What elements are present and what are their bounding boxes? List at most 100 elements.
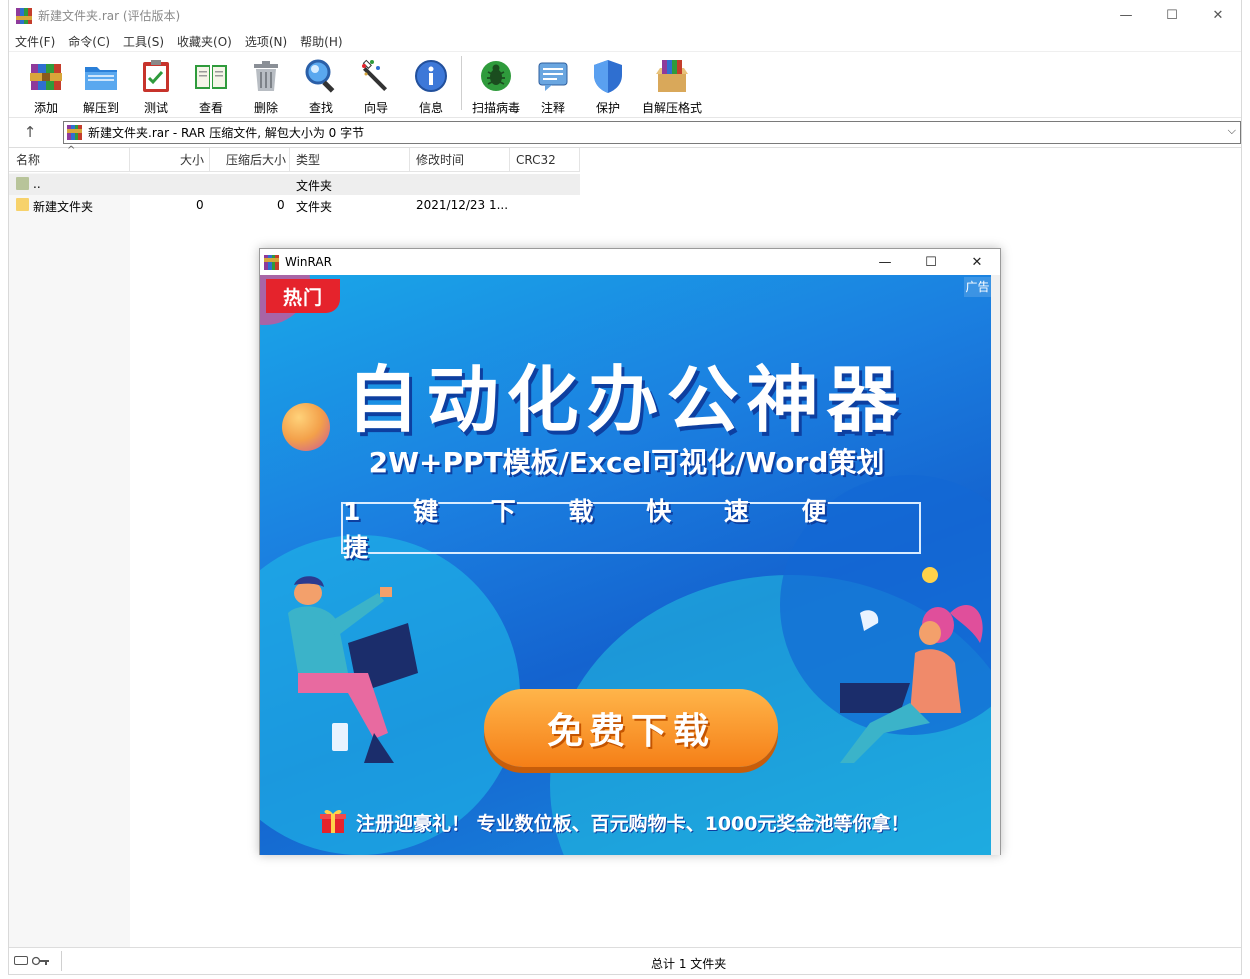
status-bar: 总计 1 文件夹 (9, 947, 1241, 974)
status-summary: 总计 1 文件夹 (651, 957, 727, 971)
row-size: 0 (196, 198, 204, 212)
row-packed: 0 (277, 198, 285, 212)
winrar-app-icon (16, 7, 32, 24)
free-download-button[interactable]: 免费下载 (484, 689, 778, 767)
address-text: 新建文件夹.rar - RAR 压缩文件, 解包大小为 0 字节 (88, 126, 365, 140)
minimize-button[interactable]: — (1103, 0, 1149, 31)
ad-label: 广告 (964, 277, 991, 297)
column-header-size[interactable]: 大小 (130, 148, 210, 172)
bug-icon (478, 58, 514, 94)
row-modified: 2021/12/23 1... (416, 198, 509, 212)
column-header-packed[interactable]: 压缩后大小 (210, 148, 290, 172)
column-modified-label: 修改时间 (416, 153, 465, 167)
info-icon (413, 58, 449, 94)
parent-folder-icon (16, 177, 29, 190)
row-name: 新建文件夹 (33, 200, 94, 214)
folder-extract-icon (83, 58, 119, 94)
shield-icon (590, 58, 626, 94)
menu-bar: 文件(F) 命令(C) 工具(S) 收藏夹(O) 选项(N) 帮助(H) (9, 31, 350, 51)
address-bar[interactable]: 新建文件夹.rar - RAR 压缩文件, 解包大小为 0 字节 ⌵ (63, 121, 1241, 144)
folder-icon (16, 198, 29, 211)
test-button[interactable]: 测试 (129, 56, 183, 115)
menu-tools[interactable]: 工具(S) (117, 33, 171, 50)
archive-books-icon (28, 58, 64, 94)
up-arrow-icon[interactable]: ↑ (19, 121, 41, 143)
open-book-icon (193, 58, 229, 94)
add-button[interactable]: 添加 (19, 56, 73, 115)
column-header-crc[interactable]: CRC32 (510, 148, 580, 172)
man-with-laptop-illustration (288, 576, 418, 763)
row-type: 文件夹 (296, 200, 333, 214)
scan-virus-label: 扫描病毒 (471, 101, 520, 115)
popup-close-button[interactable]: ✕ (954, 249, 1000, 275)
magic-wand-icon (358, 58, 394, 94)
scan-virus-button[interactable]: 扫描病毒 (469, 56, 523, 115)
protect-label: 保护 (595, 101, 620, 115)
menu-options[interactable]: 选项(N) (239, 33, 294, 50)
view-label: 查看 (198, 101, 223, 115)
protect-button[interactable]: 保护 (581, 56, 635, 115)
toolbar: 添加 解压到 测试 查看 删除 查找 向导 信息 扫描病毒 注释 保护 自解压格… (9, 51, 1241, 117)
menu-file[interactable]: 文件(F) (9, 33, 62, 50)
close-button[interactable]: ✕ (1195, 0, 1241, 31)
popup-minimize-button[interactable]: — (862, 249, 908, 275)
title-bar: 新建文件夹.rar (评估版本) — ☐ ✕ (9, 0, 1241, 31)
sfx-box-icon (654, 58, 690, 94)
clipboard-check-icon (138, 58, 174, 94)
column-name-label: 名称 (16, 153, 41, 167)
key-icon[interactable] (31, 955, 50, 966)
find-button[interactable]: 查找 (294, 56, 348, 115)
popup-title: WinRAR (285, 255, 332, 269)
trash-can-icon (248, 58, 284, 94)
popup-maximize-button[interactable]: ☐ (908, 249, 954, 275)
view-button[interactable]: 查看 (184, 56, 238, 115)
column-size-label: 大小 (179, 153, 204, 167)
address-row: ↑ 新建文件夹.rar - RAR 压缩文件, 解包大小为 0 字节 ⌵ (9, 117, 1241, 147)
column-header-name[interactable]: 名称 ^ (9, 145, 130, 172)
column-type-label: 类型 (296, 153, 321, 167)
ad-banner[interactable]: 热门 广告 自动化办公神器 2W+PPT模板/Excel可视化/Word策划 1… (260, 275, 993, 855)
delete-button[interactable]: 删除 (239, 56, 293, 115)
name-column-shade (9, 173, 130, 948)
table-row[interactable]: .. 文件夹 (9, 174, 580, 195)
info-button[interactable]: 信息 (404, 56, 458, 115)
column-header-modified[interactable]: 修改时间 (410, 148, 510, 172)
menu-help[interactable]: 帮助(H) (294, 33, 349, 50)
add-label: 添加 (33, 101, 58, 115)
sort-ascending-icon: ^ (67, 145, 76, 156)
comment-note-icon (535, 58, 571, 94)
maximize-button[interactable]: ☐ (1149, 0, 1195, 31)
test-label: 测试 (143, 101, 168, 115)
ad-promo-footer: 注册迎豪礼！ 专业数位板、百元购物卡、1000元奖金池等你拿！ (356, 813, 910, 835)
wizard-button[interactable]: 向导 (349, 56, 403, 115)
drive-icon[interactable] (14, 956, 28, 965)
extract-to-button[interactable]: 解压到 (74, 56, 128, 115)
info-label: 信息 (418, 101, 443, 115)
column-packed-label: 压缩后大小 (225, 153, 286, 167)
window-title: 新建文件夹.rar (评估版本) (38, 9, 181, 23)
magnifier-icon (303, 58, 339, 94)
sfx-label: 自解压格式 (641, 101, 702, 115)
wizard-label: 向导 (363, 101, 388, 115)
toolbar-separator (461, 56, 462, 110)
status-separator (61, 951, 62, 971)
woman-with-laptop-illustration (840, 567, 983, 763)
delete-label: 删除 (253, 101, 278, 115)
gift-icon (320, 809, 346, 833)
row-type: 文件夹 (296, 179, 333, 193)
menu-commands[interactable]: 命令(C) (62, 33, 117, 50)
ad-tagline-box: 1 键 下 载 快 速 便 捷 (341, 497, 921, 562)
comment-label: 注释 (540, 101, 565, 115)
table-row[interactable]: 新建文件夹 0 0 文件夹 2021/12/23 1... (9, 195, 580, 216)
ad-headline: 自动化办公神器 (346, 358, 907, 442)
find-label: 查找 (308, 101, 333, 115)
column-header-type[interactable]: 类型 (290, 148, 410, 172)
row-name: .. (33, 177, 41, 191)
ad-scrollbar[interactable] (991, 275, 1000, 855)
menu-favorites[interactable]: 收藏夹(O) (171, 33, 239, 50)
winrar-ad-popup: WinRAR — ☐ ✕ 热门 广告 自动化办公神器 2W+PPT模板/Exce… (259, 248, 1001, 855)
comment-button[interactable]: 注释 (526, 56, 580, 115)
sfx-button[interactable]: 自解压格式 (639, 56, 705, 115)
chevron-down-icon[interactable]: ⌵ (1228, 124, 1236, 138)
extract-to-label: 解压到 (82, 101, 119, 115)
